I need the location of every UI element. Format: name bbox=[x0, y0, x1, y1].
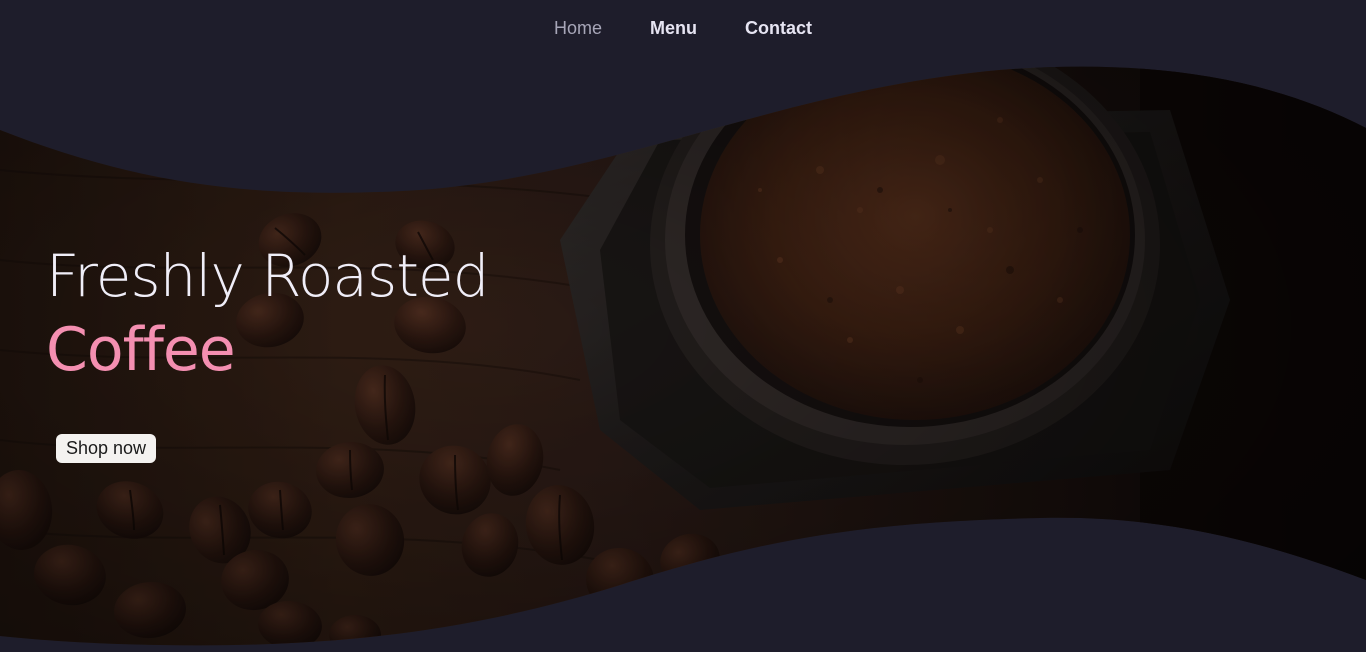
headline-line-1: Freshly Roasted bbox=[46, 242, 489, 310]
landing-page: Home Menu Contact Freshly Roasted Coffee… bbox=[0, 0, 1366, 652]
top-nav: Home Menu Contact bbox=[0, 0, 1366, 56]
nav-link-home[interactable]: Home bbox=[554, 18, 602, 39]
shop-now-button[interactable]: Shop now bbox=[56, 434, 157, 463]
nav-link-menu[interactable]: Menu bbox=[650, 18, 697, 39]
hero-headline: Freshly Roasted Coffee bbox=[46, 240, 489, 388]
headline-line-2: Coffee bbox=[46, 315, 236, 385]
nav-link-contact[interactable]: Contact bbox=[745, 18, 812, 39]
